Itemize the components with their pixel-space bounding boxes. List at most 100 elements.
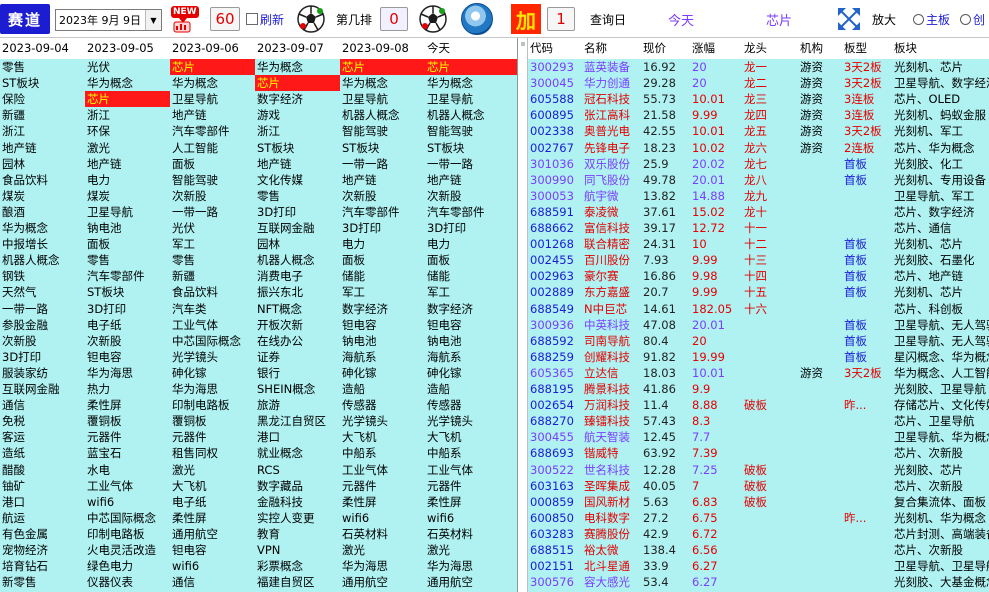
column-header[interactable]: 2023-09-07 [255,38,340,59]
table-cell[interactable]: 688592 [528,333,582,349]
table-row[interactable]: ST板块 华为概念 华为概念 芯片 华为概念 华为概念 [0,75,517,91]
table-cell[interactable]: 中芯国际概念 [170,333,255,349]
table-row[interactable]: 688592 司南导航 80.4 20 首板 卫星导航、无人驾驶 [528,333,989,349]
table-cell[interactable]: 卫星导航 [85,204,170,220]
add-value-box[interactable]: 1 [547,7,575,31]
table-cell[interactable]: VPN [255,542,340,558]
table-cell[interactable]: 龙一 [742,59,798,75]
table-cell[interactable]: 造船 [340,381,425,397]
table-cell[interactable]: ST板块 [0,75,85,91]
table-cell[interactable]: 钠电池 [425,333,517,349]
table-cell[interactable]: 芯片、地产链 [892,268,989,284]
table-cell[interactable]: 首板 [842,156,892,172]
table-cell[interactable]: 华力创通 [582,75,641,91]
table-cell[interactable]: 开板次新 [255,317,340,333]
table-cell[interactable]: 次新股 [170,188,255,204]
table-cell[interactable]: 中船系 [425,445,517,461]
table-cell[interactable] [842,381,892,397]
table-cell[interactable]: 热力 [85,381,170,397]
expand-icon[interactable] [836,6,862,32]
table-cell[interactable]: 卫星导航、无人驾驶 [892,333,989,349]
table-cell[interactable]: 张江高科 [582,107,641,123]
table-cell[interactable]: 大飞机 [425,429,517,445]
table-cell[interactable]: 芯片、OLED [892,91,989,107]
table-row[interactable]: 园林 地产链 面板 地产链 一带一路 一带一路 [0,156,517,172]
table-cell[interactable]: 电子纸 [170,494,255,510]
table-cell[interactable]: 688549 [528,301,582,317]
column-header[interactable]: 2023-09-06 [170,38,255,59]
table-row[interactable]: 中报增长 面板 军工 园林 电力 电力 [0,236,517,252]
table-cell[interactable]: 53.4 [641,574,690,590]
table-cell[interactable]: 通用航空 [170,526,255,542]
table-cell[interactable]: 食品饮料 [170,284,255,300]
table-cell[interactable]: 605365 [528,365,582,381]
table-cell[interactable]: 14.88 [690,188,742,204]
table-cell[interactable]: 汽车零部件 [170,123,255,139]
table-cell[interactable] [742,429,798,445]
rank-value-box[interactable]: 0 [380,7,408,31]
table-cell[interactable] [798,462,842,478]
table-cell[interactable]: 振兴东北 [255,284,340,300]
table-cell[interactable]: 游资 [798,140,842,156]
table-cell[interactable]: 芯片封测、高端装备 [892,526,989,542]
table-cell[interactable]: 电力 [340,236,425,252]
table-cell[interactable]: 芯片 [255,75,340,91]
table-cell[interactable]: 8.88 [690,397,742,413]
table-cell[interactable]: 20.02 [690,156,742,172]
table-cell[interactable]: 20.01 [690,172,742,188]
table-row[interactable]: 688515 裕太微 138.4 6.56 芯片、次新股 [528,542,989,558]
table-cell[interactable] [798,381,842,397]
table-cell[interactable]: 砷化镓 [425,365,517,381]
table-row[interactable]: 造纸 蓝宝石 租售同权 就业概念 中船系 中船系 [0,445,517,461]
table-cell[interactable]: ST板块 [255,140,340,156]
table-cell[interactable]: 食品饮料 [0,172,85,188]
table-row[interactable]: 002338 奥普光电 42.55 10.01 龙五 游资 3天2板 光刻机、军工 [528,123,989,139]
table-cell[interactable]: 石英材料 [340,526,425,542]
table-cell[interactable]: 华为海思 [170,381,255,397]
table-cell[interactable]: 电科数字 [582,510,641,526]
table-cell[interactable]: 芯片、卫星导航 [892,413,989,429]
table-cell[interactable]: 龙九 [742,188,798,204]
table-cell[interactable]: 富信科技 [582,220,641,236]
table-cell[interactable]: 91.82 [641,349,690,365]
table-row[interactable]: 002455 百川股份 7.93 9.99 十三 首板 光刻胶、石墨化 [528,252,989,268]
table-cell[interactable]: 首板 [842,236,892,252]
table-cell[interactable]: 中芯国际概念 [85,510,170,526]
table-cell[interactable]: 游资 [798,91,842,107]
table-row[interactable]: 地产链 激光 人工智能 ST板块 ST板块 ST板块 [0,140,517,156]
table-cell[interactable]: 11.4 [641,397,690,413]
table-cell[interactable] [842,204,892,220]
table-cell[interactable]: 华为概念 [0,220,85,236]
table-cell[interactable]: 创耀科技 [582,349,641,365]
table-cell[interactable]: 24.31 [641,236,690,252]
table-cell[interactable]: 零售 [170,252,255,268]
table-cell[interactable]: 002767 [528,140,582,156]
table-cell[interactable] [798,397,842,413]
table-cell[interactable]: 游资 [798,75,842,91]
table-cell[interactable]: 海航系 [425,349,517,365]
table-cell[interactable]: 光刻机、芯片 [892,236,989,252]
table-cell[interactable]: 华为海思 [425,558,517,574]
table-cell[interactable]: 16.92 [641,59,690,75]
table-cell[interactable]: 电力 [85,172,170,188]
table-cell[interactable]: 芯片 [425,59,517,75]
table-cell[interactable]: 300990 [528,172,582,188]
table-cell[interactable]: 锴威特 [582,445,641,461]
table-cell[interactable]: 20 [690,75,742,91]
table-cell[interactable]: 国风新材 [582,494,641,510]
table-cell[interactable]: 182.05 [690,301,742,317]
column-header[interactable]: 2023-09-08 [340,38,425,59]
table-cell[interactable]: 互联网金融 [255,220,340,236]
table-cell[interactable] [798,268,842,284]
table-cell[interactable]: 芯片、科创板 [892,301,989,317]
table-cell[interactable]: 20 [690,333,742,349]
table-cell[interactable]: 铀矿 [0,478,85,494]
table-cell[interactable]: 破板 [742,494,798,510]
table-cell[interactable]: 通信 [0,397,85,413]
table-cell[interactable]: 300455 [528,429,582,445]
table-cell[interactable]: 3D打印 [255,204,340,220]
table-cell[interactable]: 688195 [528,381,582,397]
table-cell[interactable]: 138.4 [641,542,690,558]
table-cell[interactable] [842,413,892,429]
table-cell[interactable]: 40.05 [641,478,690,494]
